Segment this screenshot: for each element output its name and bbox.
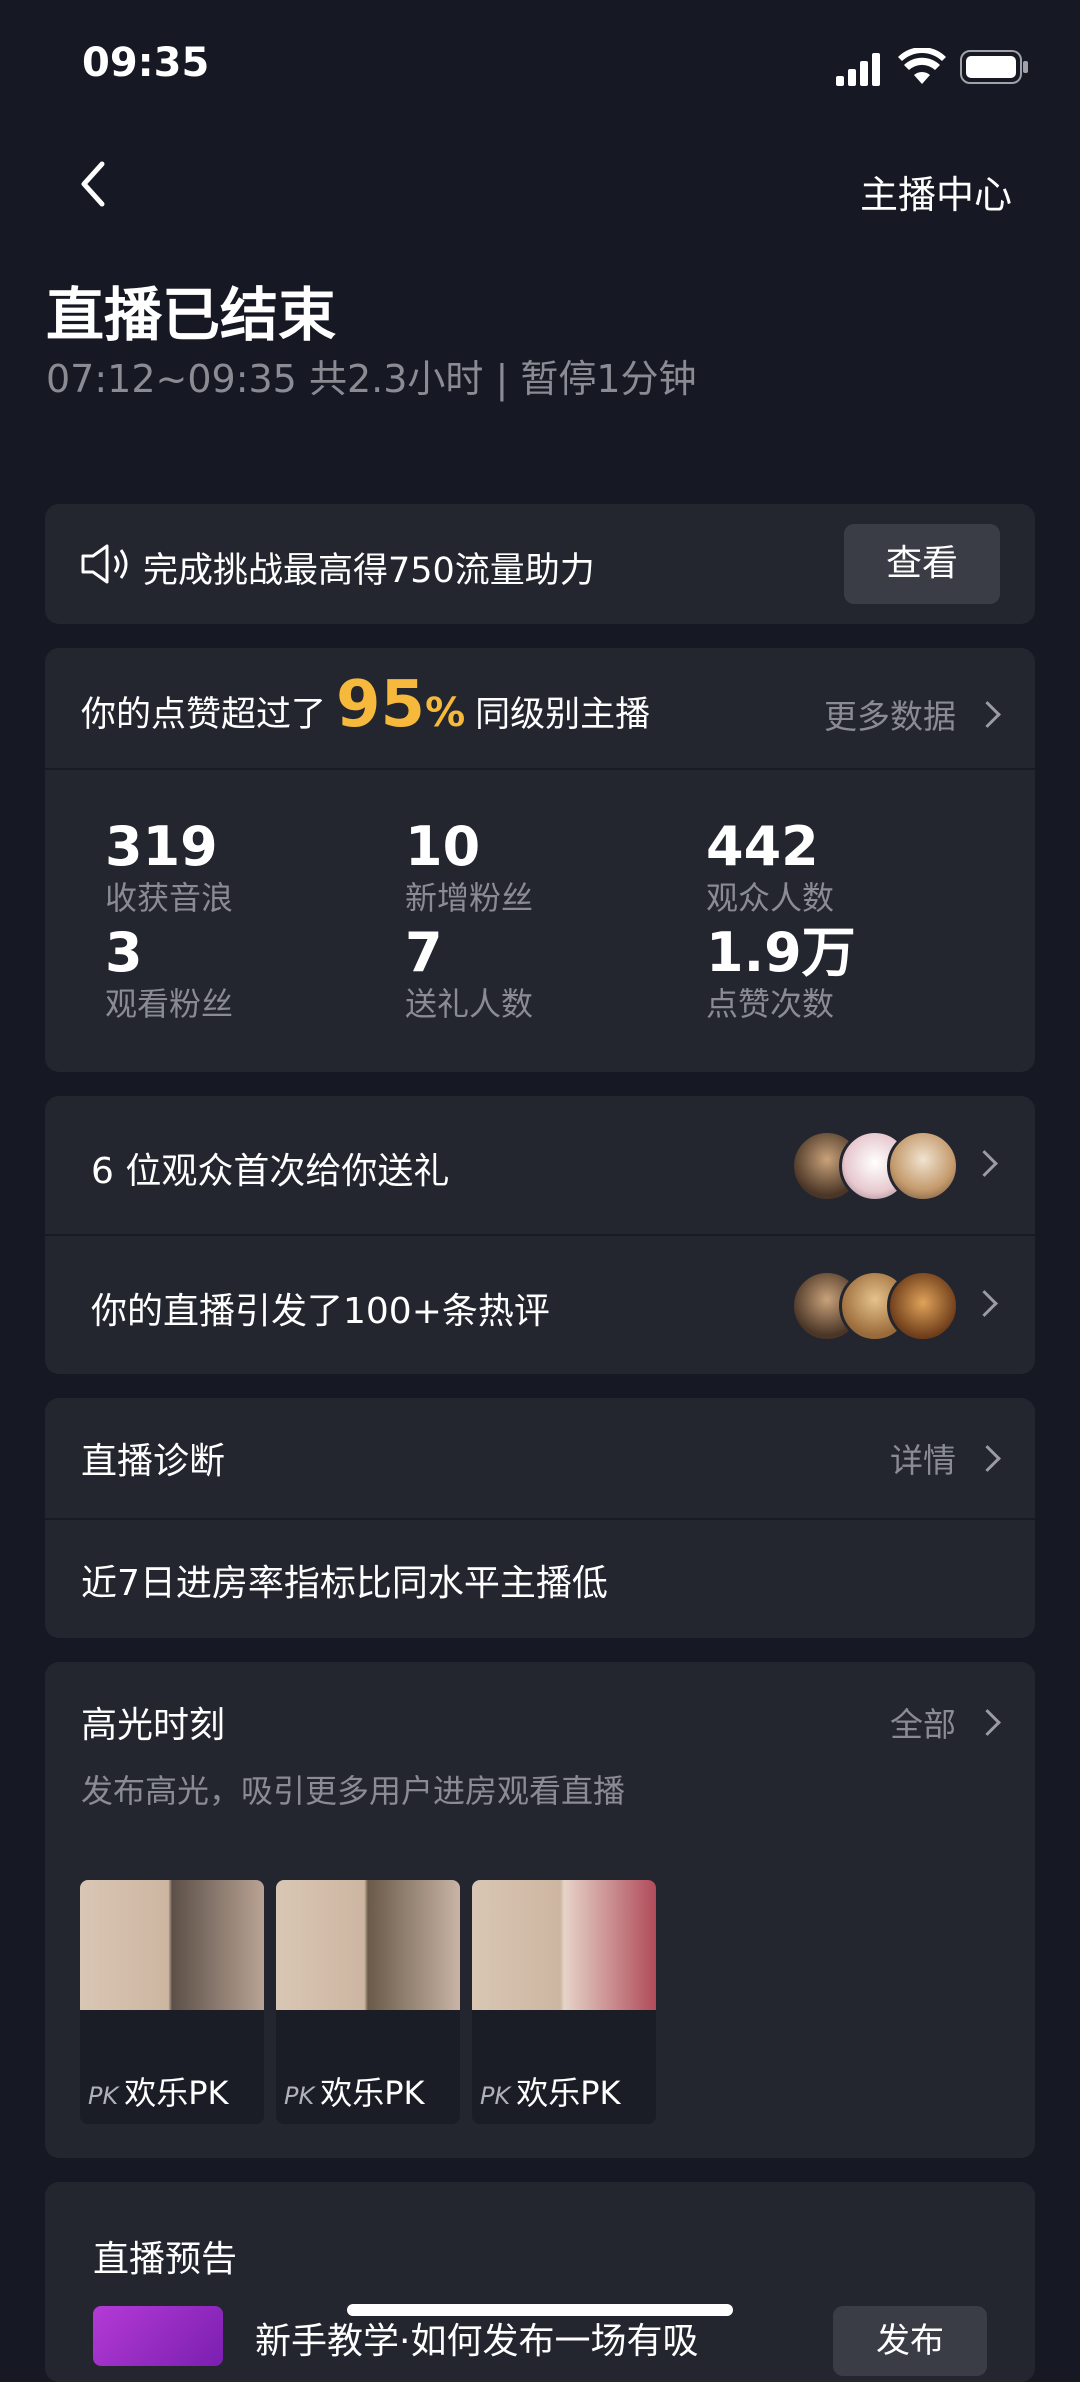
stat-label: 点赞次数	[706, 985, 835, 1023]
highlight-clip[interactable]: PK 欢乐PK	[80, 1880, 264, 2124]
home-indicator	[347, 2304, 733, 2316]
stat-label: 观看粉丝	[105, 985, 234, 1023]
stat-value: 1.9万	[706, 921, 856, 984]
diagnosis-detail-link[interactable]: 详情	[890, 1434, 1001, 1482]
chevron-right-icon	[971, 1150, 998, 1177]
pk-tag: PK	[480, 2082, 511, 2110]
preview-thumbnail	[93, 2306, 223, 2366]
stat-label: 收获音浪	[105, 879, 234, 917]
likes-percent: 95	[336, 668, 426, 742]
stat-value: 3	[105, 921, 143, 984]
stat-label: 送礼人数	[405, 985, 534, 1023]
stat-value: 10	[405, 815, 481, 878]
highlight-clip[interactable]: PK 欢乐PK	[472, 1880, 656, 2124]
anchor-center-link[interactable]: 主播中心	[860, 164, 1012, 219]
diagnosis-detail-label: 详情	[890, 1441, 956, 1480]
clip-thumbnail	[472, 1880, 656, 2010]
preview-item-text: 新手教学·如何发布一场有吸	[255, 2321, 699, 2362]
signal-icon	[836, 52, 886, 86]
stats-card: 你的点赞超过了 95 % 同级别主播 更多数据 319 收获音浪 10 新增粉丝…	[45, 648, 1035, 1072]
clip-label: PK 欢乐PK	[480, 2074, 621, 2112]
avatar	[887, 1270, 959, 1342]
clip-thumbnail	[276, 1880, 460, 2010]
highlights-all-label: 全部	[890, 1705, 956, 1744]
publish-button[interactable]: 发布	[833, 2306, 987, 2376]
first-gift-text: 6 位观众首次给你送礼	[91, 1151, 450, 1192]
page-title: 直播已结束	[46, 281, 337, 349]
clip-label: PK 欢乐PK	[88, 2074, 229, 2112]
likes-summary: 你的点赞超过了 95 % 同级别主播	[81, 668, 650, 748]
speaker-icon	[79, 542, 129, 586]
pk-tag: PK	[88, 2082, 119, 2110]
challenge-banner: 完成挑战最高得750流量助力 查看	[45, 504, 1035, 624]
preview-title: 直播预告	[93, 2239, 238, 2280]
stat-value: 7	[405, 921, 443, 984]
audience-rows: 6 位观众首次给你送礼 你的直播引发了100+条热评	[45, 1096, 1035, 1374]
likes-percent-sign: %	[425, 690, 466, 736]
hot-comments-text: 你的直播引发了100+条热评	[91, 1291, 550, 1332]
diagnosis-text: 近7日进房率指标比同水平主播低	[81, 1563, 608, 1604]
avatar	[887, 1130, 959, 1202]
highlights-subtitle: 发布高光，吸引更多用户进房观看直播	[81, 1772, 626, 1810]
likes-prefix: 你的点赞超过了	[81, 695, 327, 735]
chevron-right-icon	[971, 1290, 998, 1317]
likes-suffix: 同级别主播	[475, 695, 651, 735]
highlights-title: 高光时刻	[81, 1705, 226, 1746]
live-duration: 07:12~09:35 共2.3小时 | 暂停1分钟	[46, 357, 697, 401]
highlight-clip[interactable]: PK 欢乐PK	[276, 1880, 460, 2124]
stat-value: 319	[105, 815, 218, 878]
hot-comments-row[interactable]: 你的直播引发了100+条热评	[45, 1236, 1035, 1374]
clip-label: PK 欢乐PK	[284, 2074, 425, 2112]
chevron-right-icon	[974, 700, 1001, 728]
more-data-label: 更多数据	[824, 697, 956, 736]
challenge-text: 完成挑战最高得750流量助力	[143, 551, 595, 591]
first-gift-row[interactable]: 6 位观众首次给你送礼	[45, 1096, 1035, 1234]
more-data-link[interactable]: 更多数据	[824, 690, 1001, 738]
stat-value: 442	[706, 815, 819, 878]
chevron-right-icon	[974, 1708, 1001, 1736]
preview-card: 直播预告 新手教学·如何发布一场有吸 发布	[45, 2182, 1035, 2382]
pk-tag: PK	[284, 2082, 315, 2110]
chevron-right-icon	[974, 1444, 1001, 1472]
highlights-all-link[interactable]: 全部	[890, 1698, 1001, 1746]
wifi-icon	[898, 47, 946, 86]
view-challenge-button[interactable]: 查看	[844, 524, 1000, 604]
back-icon[interactable]	[76, 160, 116, 208]
clip-thumbnail	[80, 1880, 264, 2010]
stat-label: 新增粉丝	[405, 879, 534, 917]
stat-label: 观众人数	[706, 879, 835, 917]
battery-icon	[960, 50, 1030, 84]
status-time: 09:35	[82, 40, 210, 86]
diagnosis-title: 直播诊断	[81, 1441, 226, 1482]
diagnosis-card: 直播诊断 详情 近7日进房率指标比同水平主播低	[45, 1398, 1035, 1638]
